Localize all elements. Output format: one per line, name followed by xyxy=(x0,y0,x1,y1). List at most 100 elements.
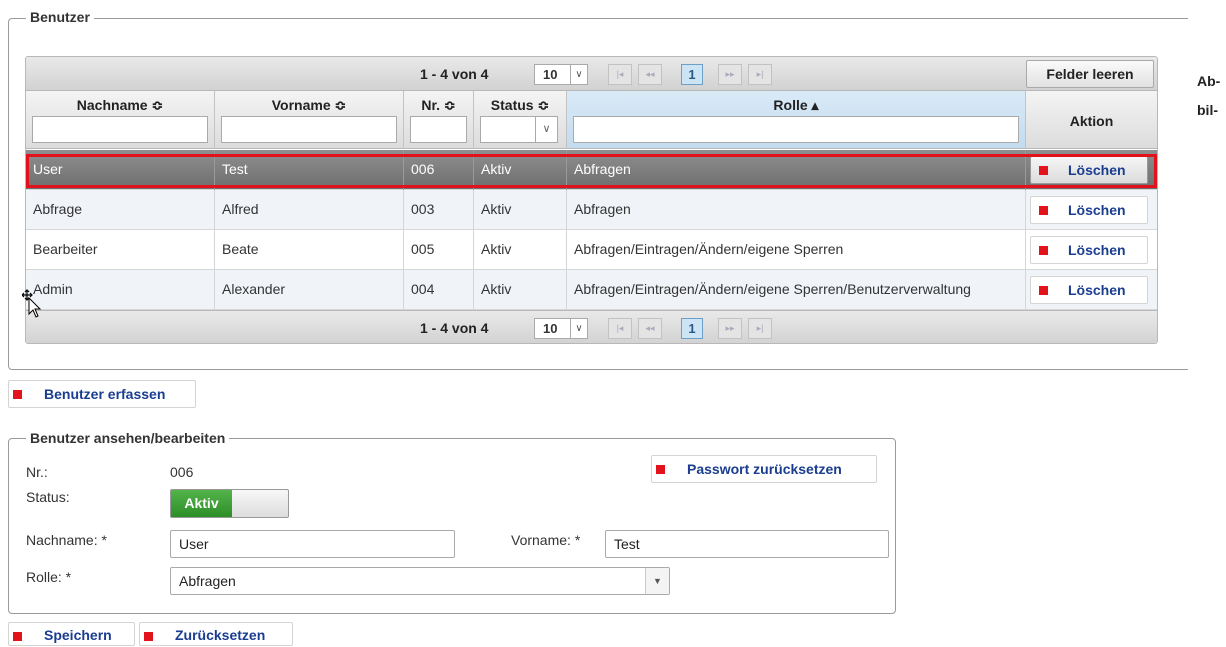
table-row[interactable]: Bearbeiter Beate 005 Aktiv Abfragen/Eint… xyxy=(26,230,1157,270)
detail-legend: Benutzer ansehen/bearbeiten xyxy=(26,430,230,446)
red-square-icon xyxy=(13,390,22,399)
status-label: Status: xyxy=(26,489,70,505)
save-label: Speichern xyxy=(44,627,112,643)
col-header-nr[interactable]: Nr. ≎ xyxy=(404,91,474,149)
status-toggle[interactable]: Aktiv xyxy=(170,489,289,518)
col-header-rolle[interactable]: Rolle ▴ xyxy=(567,91,1026,149)
cell-status: Aktiv xyxy=(474,270,567,310)
rolle-select-value: Abfragen xyxy=(179,573,236,589)
first-page-button[interactable]: |◂ xyxy=(608,318,632,339)
delete-label: Löschen xyxy=(1068,242,1126,258)
vorname-label: Vorname: * xyxy=(511,532,581,548)
next-page-button[interactable]: ▸▸ xyxy=(718,318,742,339)
col-header-label: Status ≎ xyxy=(490,97,550,113)
status-toggle-on: Aktiv xyxy=(171,490,232,517)
reset-button[interactable]: Zurücksetzen xyxy=(139,622,293,646)
col-header-label: Nr. ≎ xyxy=(421,97,456,113)
delete-label: Löschen xyxy=(1068,162,1126,178)
cell-nr: 004 xyxy=(404,270,474,310)
side-text-line2: bil- xyxy=(1197,102,1218,118)
delete-button[interactable]: Löschen xyxy=(1030,276,1148,304)
prev-page-button[interactable]: ◂◂ xyxy=(638,318,662,339)
nachname-input[interactable]: User xyxy=(170,530,455,558)
col-header-vorname[interactable]: Vorname ≎ xyxy=(215,91,404,149)
cell-rolle: Abfragen xyxy=(567,190,1026,230)
filter-rolle-input[interactable] xyxy=(573,116,1019,143)
col-header-label: Rolle ▴ xyxy=(773,97,819,113)
reset-password-label: Passwort zurücksetzen xyxy=(687,461,842,477)
nachname-label: Nachname: * xyxy=(26,532,107,548)
table-row[interactable]: Abfrage Alfred 003 Aktiv Abfragen Lösche… xyxy=(26,190,1157,230)
delete-button[interactable]: Löschen xyxy=(1030,236,1148,264)
red-square-icon xyxy=(13,632,22,641)
pager-count: 1 - 4 von 4 xyxy=(420,320,489,336)
chevron-down-icon: ▼ xyxy=(645,568,669,594)
vorname-input[interactable]: Test xyxy=(605,530,889,558)
page-1-button[interactable]: 1 xyxy=(681,318,703,339)
nr-label: Nr.: xyxy=(26,464,48,480)
save-button[interactable]: Speichern xyxy=(8,622,135,646)
move-cursor-icon xyxy=(22,289,42,318)
cell-status: Aktiv xyxy=(474,230,567,270)
last-page-button[interactable]: ▸| xyxy=(748,318,772,339)
filter-vorname-input[interactable] xyxy=(221,116,397,143)
pager-count: 1 - 4 von 4 xyxy=(420,66,489,82)
cell-rolle: Abfragen/Eintragen/Ändern/eigene Sperren… xyxy=(567,270,1026,310)
last-page-button[interactable]: ▸| xyxy=(748,64,772,85)
chevron-down-icon: ∨ xyxy=(535,117,557,142)
users-legend: Benutzer xyxy=(26,9,94,25)
cell-nachname: Bearbeiter xyxy=(26,230,215,270)
cell-status: Aktiv xyxy=(474,150,567,190)
rows-per-page-value: 10 xyxy=(543,67,558,82)
next-page-button[interactable]: ▸▸ xyxy=(718,64,742,85)
side-text-line1: Ab- xyxy=(1197,73,1221,89)
red-square-icon xyxy=(144,632,153,641)
red-square-icon xyxy=(656,465,665,474)
cell-rolle: Abfragen/Eintragen/Ändern/eigene Sperren xyxy=(567,230,1026,270)
reset-label: Zurücksetzen xyxy=(175,627,266,643)
delete-button[interactable]: Löschen xyxy=(1030,196,1148,224)
delete-button[interactable]: Löschen xyxy=(1030,156,1148,184)
cell-nachname: Abfrage xyxy=(26,190,215,230)
red-square-icon xyxy=(1039,206,1048,215)
red-square-icon xyxy=(1039,286,1048,295)
chevron-down-icon: ∨ xyxy=(570,319,587,338)
table-row[interactable]: Admin Alexander 004 Aktiv Abfragen/Eintr… xyxy=(26,270,1157,310)
red-square-icon xyxy=(1039,246,1048,255)
table-row[interactable]: User Test 006 Aktiv Abfragen Löschen xyxy=(26,150,1157,190)
col-header-aktion: Aktion xyxy=(1026,91,1157,149)
rows-per-page-value: 10 xyxy=(543,321,558,336)
cell-vorname: Beate xyxy=(215,230,404,270)
filter-nr-input[interactable] xyxy=(410,116,467,143)
col-header-nachname[interactable]: Nachname ≎ xyxy=(26,91,215,149)
filter-status-select[interactable]: ∨ xyxy=(480,116,558,143)
col-header-status[interactable]: Status ≎ ∨ xyxy=(474,91,567,149)
page-1-button[interactable]: 1 xyxy=(681,64,703,85)
rolle-select[interactable]: Abfragen ▼ xyxy=(170,567,670,595)
clear-filters-button[interactable]: Felder leeren xyxy=(1026,60,1154,88)
red-square-icon xyxy=(1039,166,1048,175)
reset-password-button[interactable]: Passwort zurücksetzen xyxy=(651,455,877,483)
rows-per-page-select[interactable]: 10 ∨ xyxy=(534,318,588,339)
cell-vorname: Alfred xyxy=(215,190,404,230)
chevron-down-icon: ∨ xyxy=(570,65,587,84)
users-grid: 1 - 4 von 4 10 ∨ |◂ ◂◂ 1 ▸▸ ▸| Felder le… xyxy=(25,56,1158,344)
col-header-label: Aktion xyxy=(1069,113,1114,129)
prev-page-button[interactable]: ◂◂ xyxy=(638,64,662,85)
cell-nachname: Admin xyxy=(26,270,215,310)
create-user-label: Benutzer erfassen xyxy=(44,386,166,402)
nr-value: 006 xyxy=(170,464,194,480)
filter-nachname-input[interactable] xyxy=(32,116,208,143)
col-header-label: Vorname ≎ xyxy=(271,97,347,113)
pager-top: 1 - 4 von 4 10 ∨ |◂ ◂◂ 1 ▸▸ ▸| Felder le… xyxy=(26,57,1157,91)
delete-label: Löschen xyxy=(1068,282,1126,298)
create-user-button[interactable]: Benutzer erfassen xyxy=(8,380,196,408)
cell-vorname: Test xyxy=(215,150,404,190)
cell-status: Aktiv xyxy=(474,190,567,230)
cell-vorname: Alexander xyxy=(215,270,404,310)
cell-nachname: User xyxy=(26,150,215,190)
delete-label: Löschen xyxy=(1068,202,1126,218)
cell-nr: 006 xyxy=(404,150,474,190)
first-page-button[interactable]: |◂ xyxy=(608,64,632,85)
rows-per-page-select[interactable]: 10 ∨ xyxy=(534,64,588,85)
